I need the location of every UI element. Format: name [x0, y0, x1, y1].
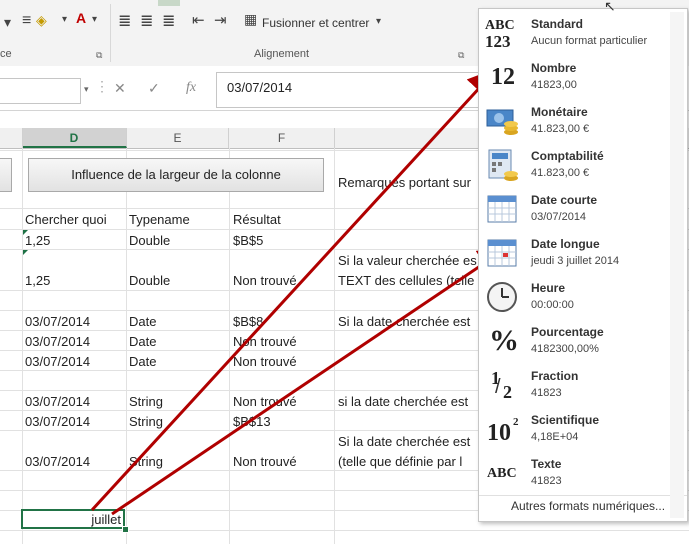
long-date-calendar-icon [485, 236, 521, 272]
number-12-icon: 12 [491, 64, 515, 90]
percent-icon: % [489, 324, 519, 357]
currency-icon [485, 104, 521, 140]
format-option-nombre[interactable]: 12 Nombre 41823,00 [479, 57, 669, 101]
abc-123-icon: ABC 123 [485, 18, 515, 51]
scientific-icon: 10 2 [487, 416, 519, 446]
text-abc-icon: ABC [487, 466, 517, 481]
more-formats-link[interactable]: Autres formats numériques... [511, 499, 665, 513]
format-option-standard[interactable]: ABC 123 Standard Aucun format particulie… [479, 13, 669, 57]
format-option-heure[interactable]: Heure 00:00:00 [479, 277, 669, 321]
format-option-monetaire[interactable]: Monétaire 41.823,00 € [479, 101, 669, 145]
short-date-calendar-icon [485, 192, 521, 228]
arrow-to-date-longue [111, 246, 509, 516]
arrow-to-nombre [90, 67, 499, 512]
accounting-icon [485, 148, 521, 184]
format-option-pourcentage[interactable]: % Pourcentage 4182300,00% [479, 321, 669, 365]
fraction-icon: 1 / 2 [491, 368, 512, 402]
clock-icon [485, 280, 521, 316]
menu-scrollbar[interactable] [670, 12, 684, 518]
format-option-scientifique[interactable]: 10 2 Scientifique 4,18E+04 [479, 409, 669, 453]
number-format-menu: ABC 123 Standard Aucun format particulie… [478, 8, 688, 522]
menu-divider [479, 495, 687, 496]
format-option-fraction[interactable]: 1 / 2 Fraction 41823 [479, 365, 669, 409]
format-option-date-longue[interactable]: Date longue jeudi 3 juillet 2014 [479, 233, 669, 277]
format-option-texte[interactable]: ABC Texte 41823 [479, 453, 669, 497]
format-option-date-courte[interactable]: Date courte 03/07/2014 [479, 189, 669, 233]
format-option-comptabilite[interactable]: Comptabilité 41.823,00 € [479, 145, 669, 189]
mouse-cursor-icon: ↖ [604, 0, 616, 14]
